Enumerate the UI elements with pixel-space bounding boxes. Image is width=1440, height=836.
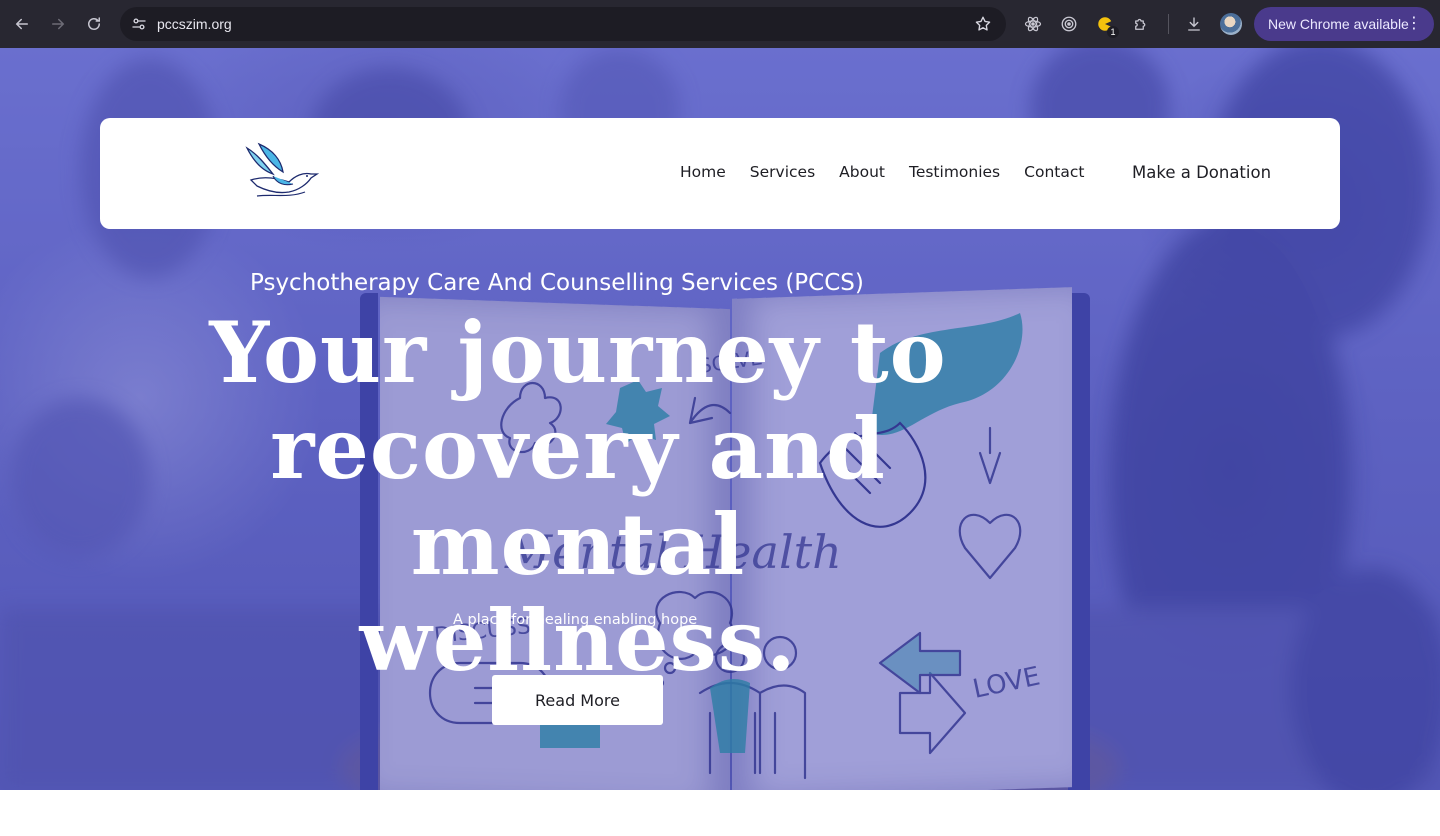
browser-toolbar: pccszim.org 1 New Chrome available ⋮ [0, 0, 1440, 48]
page-content-start [0, 790, 1440, 836]
nav-about[interactable]: About [839, 162, 885, 182]
hero-tagline: A place for healing enabling hope [453, 612, 698, 628]
nav-testimonies[interactable]: Testimonies [909, 162, 1000, 182]
download-icon[interactable] [1183, 13, 1205, 35]
main-nav: Home Services About Testimonies Contact [680, 162, 1084, 182]
nav-contact[interactable]: Contact [1024, 162, 1084, 182]
forward-icon[interactable] [46, 12, 70, 36]
dove-logo-icon[interactable] [243, 140, 319, 206]
url-text[interactable]: pccszim.org [157, 15, 232, 33]
toolbar-divider [1168, 14, 1169, 34]
extension-badge-count: 1 [1107, 26, 1119, 38]
target-icon[interactable] [1058, 13, 1080, 35]
puzzle-icon[interactable] [1130, 13, 1152, 35]
hero-headline: Your journey to recovery and mental well… [209, 303, 947, 690]
profile-avatar[interactable] [1220, 13, 1242, 35]
bookmark-star-icon[interactable] [974, 15, 992, 33]
more-vert-icon[interactable]: ⋮ [1406, 7, 1422, 41]
nav-home[interactable]: Home [680, 162, 726, 182]
reload-icon[interactable] [82, 12, 106, 36]
nav-services[interactable]: Services [750, 162, 815, 182]
site-info-icon[interactable] [130, 15, 148, 33]
chrome-update-label: New Chrome available [1268, 16, 1409, 32]
address-bar[interactable]: pccszim.org [120, 7, 1006, 41]
site-header: Home Services About Testimonies Contact … [100, 118, 1340, 229]
extension-badge-icon[interactable]: 1 [1094, 13, 1119, 38]
back-icon[interactable] [10, 12, 34, 36]
hero-eyebrow: Psychotherapy Care And Counselling Servi… [250, 270, 864, 296]
react-devtools-icon[interactable] [1022, 13, 1044, 35]
make-donation-link[interactable]: Make a Donation [1132, 162, 1271, 184]
chrome-update-button[interactable]: New Chrome available ⋮ [1254, 7, 1434, 41]
read-more-button[interactable]: Read More [492, 675, 663, 725]
